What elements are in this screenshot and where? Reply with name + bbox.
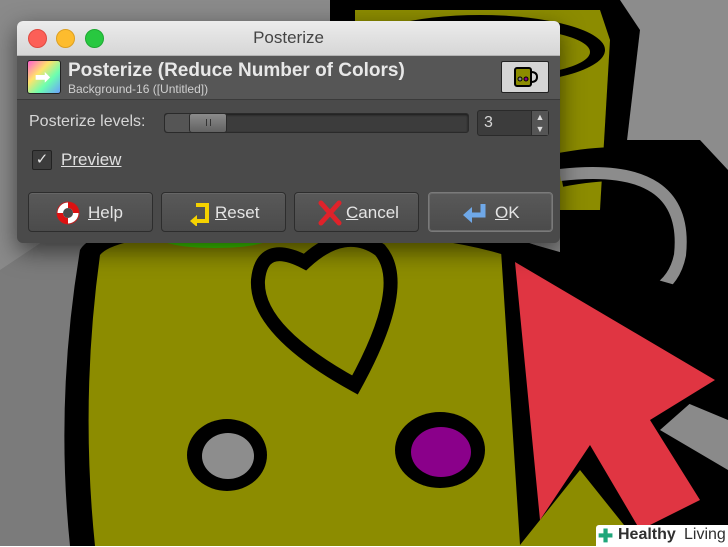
posterize-levels-label: Posterize levels: <box>29 113 146 130</box>
preview-label[interactable]: Preview <box>61 150 121 170</box>
posterize-levels-slider[interactable] <box>164 113 469 133</box>
help-button[interactable]: Help <box>28 192 153 232</box>
window-title: Posterize <box>253 28 324 47</box>
spin-arrows: ▲ ▼ <box>531 111 548 135</box>
dialog-header: ➡ Posterize (Reduce Number of Colors) Ba… <box>17 56 560 100</box>
posterize-scene: Posterize ➡ Posterize (Reduce Number of … <box>0 0 728 546</box>
operation-title: Posterize (Reduce Number of Colors) <box>68 60 405 81</box>
operation-subtitle: Background-16 ([Untitled]) <box>68 82 209 96</box>
lifebuoy-icon <box>56 201 80 225</box>
help-button-label: Help <box>88 203 123 222</box>
chevron-down-icon[interactable]: ▼ <box>532 123 548 135</box>
checkmark-icon: ✓ <box>35 151 49 168</box>
enter-return-icon <box>463 204 486 223</box>
plus-logo-icon: ✚ <box>598 526 614 546</box>
healthy-living-watermark: ✚ Healthy Living <box>596 525 728 546</box>
reset-arrow-icon <box>190 203 209 226</box>
reset-button[interactable]: Reset <box>161 192 286 232</box>
cancel-button-label: Cancel <box>346 203 399 222</box>
ok-button[interactable]: OK <box>428 192 553 232</box>
watermark-brand-light: Living <box>684 526 726 543</box>
ok-button-label: OK <box>495 203 520 222</box>
cup-thumbnail-icon <box>514 67 538 87</box>
slider-handle[interactable] <box>189 113 227 133</box>
cancel-x-icon <box>318 200 342 226</box>
image-thumbnail <box>501 61 549 93</box>
watermark-brand-bold: Healthy <box>618 526 676 543</box>
chevron-up-icon[interactable]: ▲ <box>532 111 548 123</box>
reset-button-label: Reset <box>215 203 260 222</box>
posterize-levels-value[interactable]: 3 <box>484 114 493 132</box>
posterize-levels-spinbox[interactable]: 3 ▲ ▼ <box>477 110 549 136</box>
cancel-button[interactable]: Cancel <box>294 192 419 232</box>
arrow-right-icon: ➡ <box>35 67 51 87</box>
posterize-tool-icon: ➡ <box>27 60 61 94</box>
preview-checkbox[interactable]: ✓ <box>32 150 52 170</box>
posterize-dialog: Posterize ➡ Posterize (Reduce Number of … <box>17 21 560 243</box>
preview-label-text: Preview <box>61 150 122 169</box>
window-titlebar[interactable]: Posterize <box>17 21 560 56</box>
